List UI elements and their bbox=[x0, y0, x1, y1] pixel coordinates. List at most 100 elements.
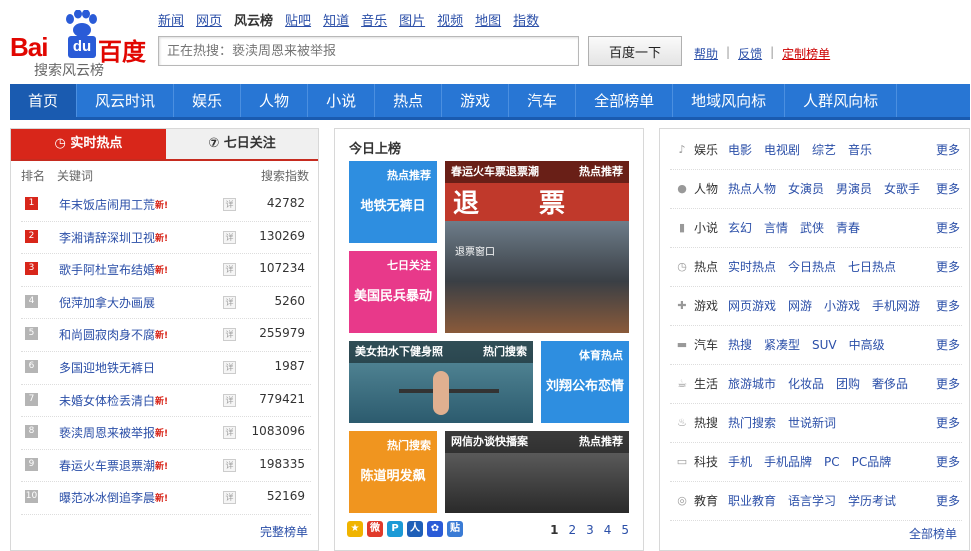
category-link[interactable]: 奢侈品 bbox=[872, 365, 908, 404]
category-link[interactable]: 学历考试 bbox=[848, 482, 896, 521]
category-link[interactable]: 热门搜索 bbox=[728, 404, 776, 443]
page-2[interactable]: 2 bbox=[568, 523, 576, 537]
doc-icon[interactable]: 详 bbox=[223, 360, 236, 374]
qzone-icon[interactable]: ★ bbox=[347, 521, 363, 537]
mainnav-news[interactable]: 风云时讯 bbox=[77, 84, 175, 117]
mainnav-all[interactable]: 全部榜单 bbox=[576, 84, 674, 117]
category-link[interactable]: SUV bbox=[812, 326, 837, 365]
keyword-link[interactable]: 歌手阿杜宣布结婚 bbox=[59, 261, 155, 278]
tab-week[interactable]: ⑦ 七日关注 bbox=[166, 129, 318, 159]
more-link[interactable]: 更多 bbox=[936, 326, 960, 365]
keyword-link[interactable]: 年末饭店闹用工荒 bbox=[59, 196, 155, 213]
keyword-link[interactable]: 倪萍加拿大办画展 bbox=[59, 294, 155, 311]
mainnav-people[interactable]: 人物 bbox=[241, 84, 309, 117]
feedback-link[interactable]: 反馈 bbox=[738, 45, 762, 62]
more-link[interactable]: 更多 bbox=[936, 248, 960, 287]
category-link[interactable]: 手机 bbox=[728, 443, 752, 482]
category-link[interactable]: 语言学习 bbox=[788, 482, 836, 521]
doc-icon[interactable]: 详 bbox=[223, 393, 236, 407]
category-link[interactable]: 热点人物 bbox=[728, 170, 776, 209]
category-link[interactable]: 紧凑型 bbox=[764, 326, 800, 365]
more-link[interactable]: 更多 bbox=[936, 365, 960, 404]
category-link[interactable]: 手机品牌 bbox=[764, 443, 812, 482]
doc-icon[interactable]: 详 bbox=[223, 328, 236, 342]
category-link[interactable]: 手机网游 bbox=[872, 287, 920, 326]
mainnav-game[interactable]: 游戏 bbox=[442, 84, 510, 117]
more-link[interactable]: 更多 bbox=[936, 443, 960, 482]
tile-hot-search[interactable]: 热门搜索 陈道明发飙 bbox=[349, 431, 437, 513]
nav-tieba[interactable]: 贴吧 bbox=[285, 10, 311, 29]
category-link[interactable]: 女演员 bbox=[788, 170, 824, 209]
keyword-link[interactable]: 亵渎周恩来被举报 bbox=[59, 424, 155, 441]
tile-sports[interactable]: 体育热点 刘翔公布恋情 bbox=[541, 341, 629, 423]
weibo-icon[interactable]: 微 bbox=[367, 521, 383, 537]
doc-icon[interactable]: 详 bbox=[223, 230, 236, 244]
category-link[interactable]: 武侠 bbox=[800, 209, 824, 248]
category-link[interactable]: 团购 bbox=[836, 365, 860, 404]
page-3[interactable]: 3 bbox=[586, 523, 594, 537]
more-link[interactable]: 更多 bbox=[936, 287, 960, 326]
page-1[interactable]: 1 bbox=[550, 523, 558, 537]
category-link[interactable]: PC bbox=[824, 443, 840, 482]
keyword-link[interactable]: 曝范冰冰倒追李晨 bbox=[59, 489, 155, 506]
tile-hot-recommend[interactable]: 热点推荐 地铁无裤日 bbox=[349, 161, 437, 243]
renren-icon[interactable]: 人 bbox=[407, 521, 423, 537]
baidu-logo[interactable]: Bai du 百度 搜索风云榜 bbox=[8, 10, 148, 79]
photo-ticket-refund[interactable]: 春运火车票退票潮 热点推荐 退票 退票窗口 bbox=[445, 161, 629, 333]
mainnav-hot[interactable]: 热点 bbox=[375, 84, 443, 117]
category-link[interactable]: PC品牌 bbox=[852, 443, 892, 482]
category-link[interactable]: 青春 bbox=[836, 209, 860, 248]
category-link[interactable]: 女歌手 bbox=[884, 170, 920, 209]
category-link[interactable]: 小游戏 bbox=[824, 287, 860, 326]
nav-news[interactable]: 新闻 bbox=[158, 10, 184, 29]
tab-realtime[interactable]: ◷ 实时热点 bbox=[11, 129, 166, 159]
category-link[interactable]: 音乐 bbox=[848, 131, 872, 170]
keyword-link[interactable]: 李湘请辞深圳卫视 bbox=[59, 229, 155, 246]
category-link[interactable]: 电视剧 bbox=[764, 131, 800, 170]
category-link[interactable]: 实时热点 bbox=[728, 248, 776, 287]
tieba-icon[interactable]: 贴 bbox=[447, 521, 463, 537]
category-link[interactable]: 男演员 bbox=[836, 170, 872, 209]
search-input[interactable] bbox=[158, 36, 579, 66]
nav-video[interactable]: 视频 bbox=[437, 10, 463, 29]
nav-index[interactable]: 指数 bbox=[513, 10, 539, 29]
category-link[interactable]: 化妆品 bbox=[788, 365, 824, 404]
photo-underwater[interactable]: 美女拍水下健身照 热门搜索 bbox=[349, 341, 533, 423]
nav-music[interactable]: 音乐 bbox=[361, 10, 387, 29]
doc-icon[interactable]: 详 bbox=[223, 491, 236, 505]
all-rankings-link[interactable]: 全部榜单 bbox=[909, 525, 957, 542]
more-link[interactable]: 更多 bbox=[936, 170, 960, 209]
custom-rank-link[interactable]: 定制榜单 bbox=[782, 45, 830, 62]
more-link[interactable]: 更多 bbox=[936, 131, 960, 170]
category-link[interactable]: 玄幻 bbox=[728, 209, 752, 248]
page-5[interactable]: 5 bbox=[621, 523, 629, 537]
more-link[interactable]: 更多 bbox=[936, 404, 960, 443]
more-link[interactable]: 更多 bbox=[936, 482, 960, 521]
doc-icon[interactable]: 详 bbox=[223, 295, 236, 309]
nav-map[interactable]: 地图 bbox=[475, 10, 501, 29]
category-link[interactable]: 言情 bbox=[764, 209, 788, 248]
category-link[interactable]: 网页游戏 bbox=[728, 287, 776, 326]
tile-week-focus[interactable]: 七日关注 美国民兵暴动 bbox=[349, 251, 437, 333]
category-link[interactable]: 今日热点 bbox=[788, 248, 836, 287]
category-link[interactable]: 中高级 bbox=[849, 326, 885, 365]
baidu-paw-icon[interactable]: ✿ bbox=[427, 521, 443, 537]
nav-image[interactable]: 图片 bbox=[399, 10, 425, 29]
search-button[interactable]: 百度一下 bbox=[588, 36, 682, 66]
doc-icon[interactable]: 详 bbox=[223, 263, 236, 277]
keyword-link[interactable]: 未婚女体检丢清白 bbox=[59, 392, 155, 409]
doc-icon[interactable]: 详 bbox=[223, 458, 236, 472]
keyword-link[interactable]: 多国迎地铁无裤日 bbox=[59, 359, 155, 376]
mainnav-crowd[interactable]: 人群风向标 bbox=[785, 84, 898, 117]
mainnav-ent[interactable]: 娱乐 bbox=[174, 84, 242, 117]
category-link[interactable]: 七日热点 bbox=[848, 248, 896, 287]
nav-web[interactable]: 网页 bbox=[196, 10, 222, 29]
qq-icon[interactable]: P bbox=[387, 521, 403, 537]
category-link[interactable]: 综艺 bbox=[812, 131, 836, 170]
category-link[interactable]: 热搜 bbox=[728, 326, 752, 365]
photo-kuaibo[interactable]: 网信办谈快播案 热点推荐 bbox=[445, 431, 629, 513]
category-link[interactable]: 电影 bbox=[728, 131, 752, 170]
category-link[interactable]: 旅游城市 bbox=[728, 365, 776, 404]
full-list-link[interactable]: 完整榜单 bbox=[260, 523, 308, 540]
page-4[interactable]: 4 bbox=[604, 523, 612, 537]
